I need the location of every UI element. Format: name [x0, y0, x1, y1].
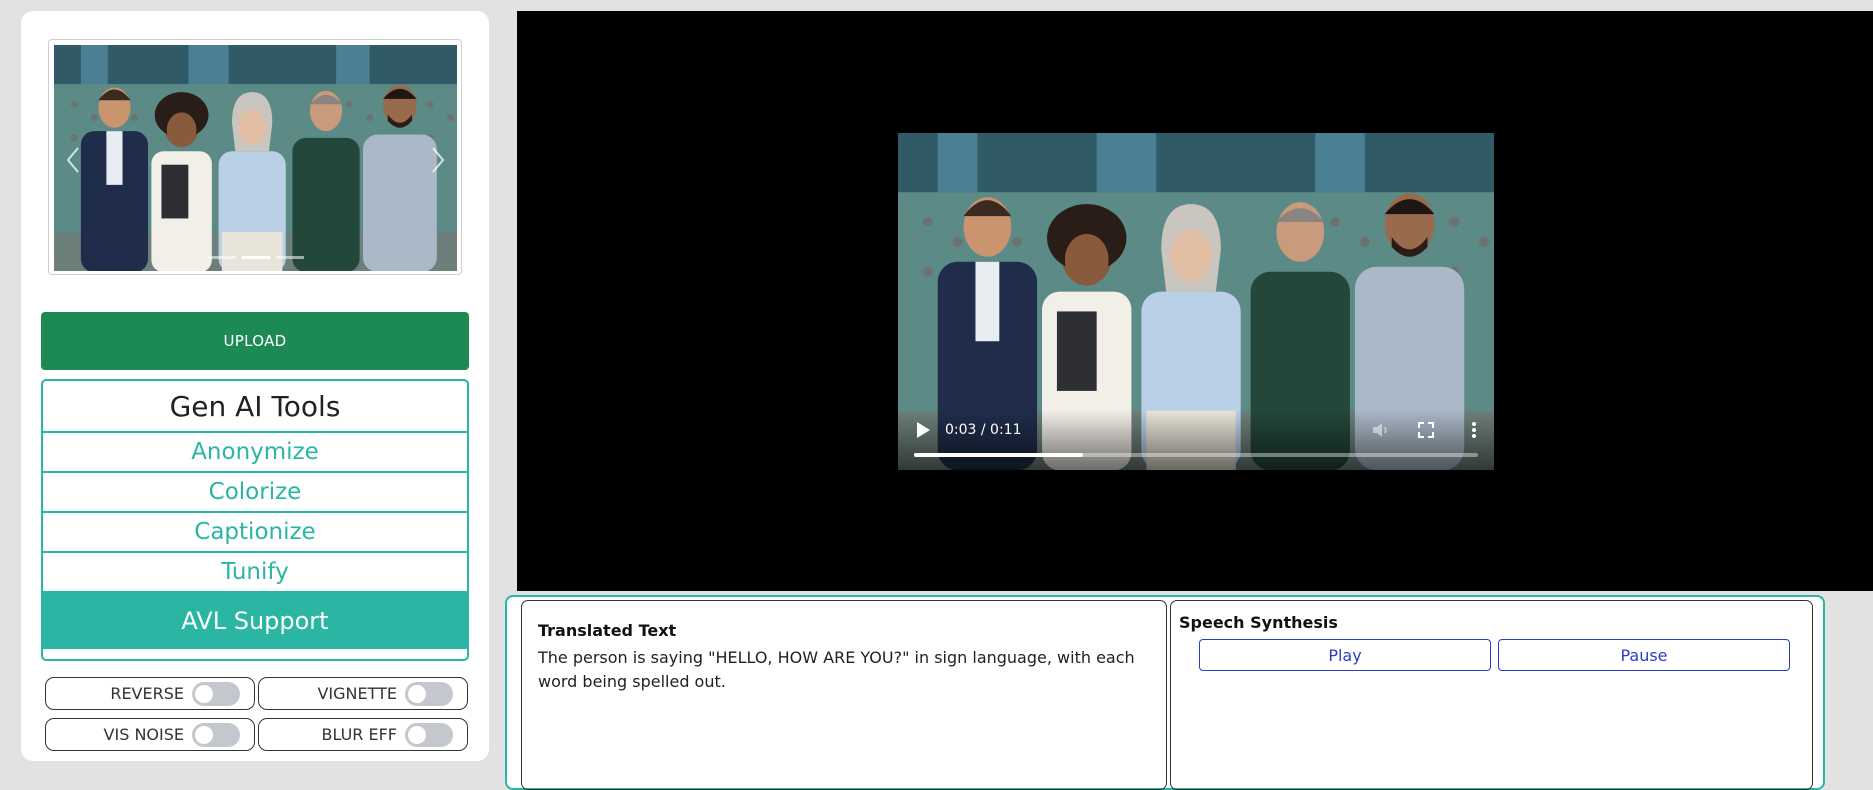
carousel-dot[interactable]: [207, 256, 236, 259]
translated-text-panel: Translated Text The person is saying "HE…: [521, 600, 1167, 790]
carousel-dot-active[interactable]: [241, 256, 270, 259]
video-progress-bar[interactable]: [914, 453, 1478, 457]
speech-synthesis-panel: Speech Synthesis Play Pause: [1170, 600, 1813, 790]
carousel-next-button[interactable]: [424, 143, 452, 177]
toggle-switch[interactable]: [405, 722, 453, 747]
toggle-label: BLUR EFF: [321, 725, 397, 744]
output-panel: Translated Text The person is saying "HE…: [505, 595, 1825, 790]
speech-play-button[interactable]: Play: [1199, 639, 1491, 671]
chevron-right-icon: [432, 147, 445, 173]
video-progress-fill: [914, 453, 1084, 457]
toggle-switch[interactable]: [192, 681, 240, 706]
toggle-label: VIS NOISE: [103, 725, 184, 744]
translated-text-title: Translated Text: [538, 621, 677, 640]
toggle-vignette[interactable]: VIGNETTE: [258, 677, 468, 710]
toggle-reverse[interactable]: REVERSE: [45, 677, 255, 710]
mute-icon[interactable]: [1370, 420, 1390, 440]
tool-avl-support[interactable]: AVL Support: [43, 593, 467, 649]
preview-image[interactable]: [54, 45, 457, 271]
upload-button[interactable]: UPLOAD: [41, 312, 469, 370]
translated-text-body: The person is saying "HELLO, HOW ARE YOU…: [538, 648, 1135, 691]
video-time: 0:03 / 0:11: [945, 422, 1022, 438]
video-player[interactable]: 0:03 / 0:11: [898, 133, 1494, 470]
carousel-dot[interactable]: [275, 256, 304, 259]
tools-title: Gen AI Tools: [43, 381, 467, 433]
carousel-prev-button[interactable]: [59, 143, 87, 177]
tool-anonymize[interactable]: Anonymize: [43, 433, 467, 473]
video-player-area: 0:03 / 0:11: [517, 11, 1873, 591]
video-controls: 0:03 / 0:11: [898, 410, 1494, 470]
toggle-label: VIGNETTE: [317, 684, 397, 703]
toggle-switch[interactable]: [405, 681, 453, 706]
speech-synthesis-title: Speech Synthesis: [1179, 613, 1338, 632]
left-panel: UPLOAD Gen AI Tools Anonymize Colorize C…: [21, 11, 489, 761]
toggle-vis-noise[interactable]: VIS NOISE: [45, 718, 255, 751]
carousel-indicators: [54, 256, 457, 259]
more-options-icon[interactable]: [1464, 420, 1484, 440]
preview-carousel: [48, 39, 462, 275]
tool-colorize[interactable]: Colorize: [43, 473, 467, 513]
gen-ai-tools-menu: Gen AI Tools Anonymize Colorize Captioni…: [41, 379, 469, 661]
toggle-switch[interactable]: [192, 722, 240, 747]
play-icon[interactable]: [914, 420, 932, 440]
speech-pause-button[interactable]: Pause: [1498, 639, 1790, 671]
chevron-left-icon: [66, 147, 79, 173]
fullscreen-icon[interactable]: [1416, 420, 1436, 440]
toggle-blur-eff[interactable]: BLUR EFF: [258, 718, 468, 751]
tool-tunify[interactable]: Tunify: [43, 553, 467, 593]
toggle-label: REVERSE: [110, 684, 184, 703]
tool-captionize[interactable]: Captionize: [43, 513, 467, 553]
